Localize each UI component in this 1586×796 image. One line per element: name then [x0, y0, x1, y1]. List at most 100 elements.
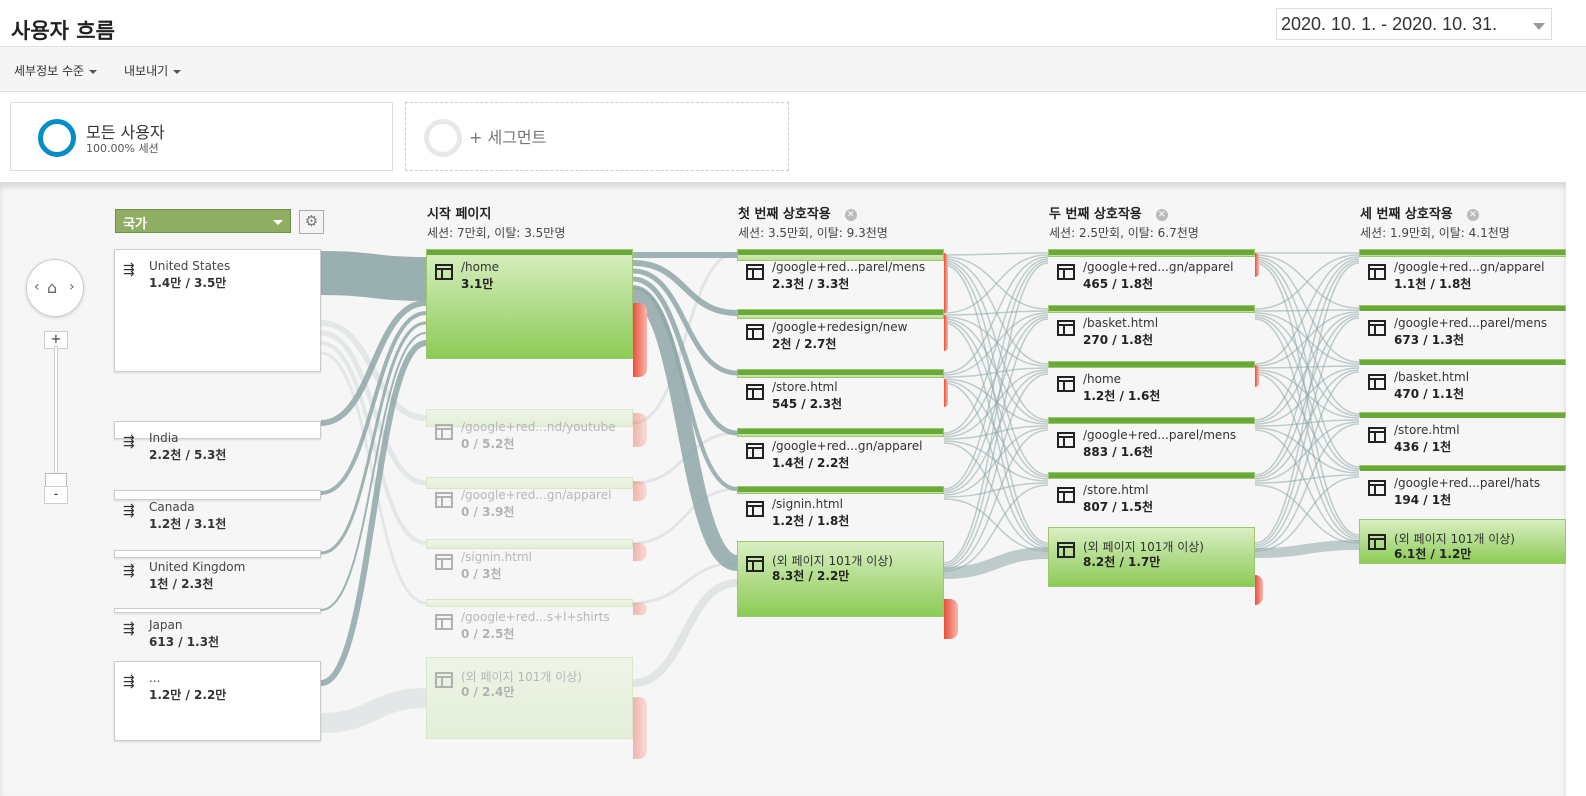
flow-link[interactable] [1254, 262, 1360, 544]
page-node[interactable]: /google+red...parel/hats 194 / 1천 [1359, 465, 1566, 507]
country-node[interactable]: ⇶ Canada 1.2천 / 3.1천 [114, 490, 321, 531]
page-node[interactable]: (외 페이지 101개 이상) 0 / 2.4만 [426, 657, 633, 739]
dimension-selector[interactable]: 국가 [115, 209, 291, 233]
column-stats: 세션: 7만회, 이탈: 3.5만명 [427, 226, 566, 240]
dropoff-indicator[interactable] [1255, 575, 1263, 605]
page-name: /basket.html [1083, 316, 1159, 330]
country-name: India [149, 431, 179, 445]
flow-link[interactable] [943, 262, 1049, 564]
node-topbar [1360, 306, 1565, 311]
page-value: 8.3천 / 2.2만 [772, 569, 850, 583]
page-node[interactable]: (외 페이지 101개 이상) 8.3천 / 2.2만 [737, 541, 944, 617]
country-node[interactable]: ⇶ ... 1.2만 / 2.2만 [114, 661, 321, 741]
home-icon[interactable]: ⌂ [47, 278, 57, 297]
page-node[interactable]: /home 1.2천 / 1.6천 [1048, 361, 1255, 403]
page-node[interactable]: /signin.html 1.2천 / 1.8천 [737, 486, 944, 528]
dropoff-indicator[interactable] [633, 481, 647, 501]
dropoff-indicator[interactable] [633, 543, 647, 561]
toolbar: 세부정보 수준 내보내기 [0, 46, 1586, 92]
close-icon[interactable]: ✕ [844, 208, 857, 221]
flow-link[interactable] [320, 340, 427, 686]
dropoff-indicator[interactable] [944, 315, 948, 351]
flow-link[interactable] [1254, 540, 1360, 558]
page-icon [435, 672, 453, 688]
page-node[interactable]: /google+red...parel/mens 883 / 1.6천 [1048, 417, 1255, 459]
dropoff-indicator[interactable] [944, 253, 948, 313]
flow-link[interactable] [320, 251, 427, 301]
page-node[interactable]: /google+red...gn/apparel 1.1천 / 1.8천 [1359, 249, 1566, 291]
date-range-picker[interactable]: 2020. 10. 1. - 2020. 10. 31. [1276, 8, 1552, 40]
page-node[interactable]: /basket.html 470 / 1.1천 [1359, 359, 1566, 401]
country-node[interactable]: ⇶ United States 1.4만 / 3.5만 [114, 249, 321, 372]
column-header-second: 두 번째 상호작용 ✕ 세션: 2.5만회, 이탈: 6.7천명 [1049, 203, 1199, 241]
dropoff-indicator[interactable] [1255, 253, 1259, 277]
page-node[interactable]: /signin.html 0 / 3천 [426, 539, 633, 581]
page-node[interactable]: (외 페이지 101개 이상) 6.1천 / 1.2만 [1359, 519, 1566, 564]
export-button[interactable]: 내보내기 [124, 62, 182, 79]
node-topbar [738, 250, 943, 255]
flow-link[interactable] [632, 487, 738, 545]
page-node[interactable]: /store.html 807 / 1.5천 [1048, 472, 1255, 514]
close-icon[interactable]: ✕ [1155, 208, 1168, 221]
page-node[interactable]: /google+red...parel/mens 673 / 1.3천 [1359, 305, 1566, 347]
dropoff-indicator[interactable] [944, 379, 948, 407]
flow-link[interactable] [943, 316, 1049, 367]
zoom-handle[interactable] [45, 473, 67, 487]
page-node[interactable]: /google+red...gn/apparel 465 / 1.8천 [1048, 249, 1255, 291]
flow-link[interactable] [632, 579, 738, 687]
page-icon [1368, 320, 1386, 336]
dropoff-indicator[interactable] [633, 697, 647, 759]
page-node[interactable]: /google+red...gn/apparel 0 / 3.9천 [426, 477, 633, 519]
page-value: 1.2천 / 1.6천 [1083, 389, 1161, 403]
node-topbar [1049, 418, 1254, 423]
page-node[interactable]: /store.html 436 / 1천 [1359, 412, 1566, 454]
dropdown-arrow-icon [89, 69, 98, 74]
country-node[interactable]: ⇶ India 2.2천 / 5.3천 [114, 421, 321, 462]
page-node[interactable]: /store.html 545 / 2.3천 [737, 369, 944, 411]
flow-link[interactable] [1254, 254, 1360, 310]
flow-link[interactable] [943, 498, 1049, 552]
column-title: 두 번째 상호작용 [1049, 207, 1142, 222]
page-name: /store.html [1394, 423, 1460, 437]
dropoff-indicator[interactable] [1255, 365, 1259, 387]
page-node[interactable]: /google+redesign/new 2천 / 2.7천 [737, 309, 944, 351]
page-node[interactable]: /google+red...nd/youtube 0 / 5.2천 [426, 409, 633, 451]
add-segment-button[interactable]: + 세그먼트 [405, 102, 789, 171]
page-node[interactable]: /google+red...s+l+shirts 0 / 2.5천 [426, 599, 633, 641]
page-icon [1057, 376, 1075, 392]
country-node[interactable]: ⇶ Japan 613 / 1.3천 [114, 608, 321, 649]
detail-level-button[interactable]: 세부정보 수준 [14, 62, 98, 79]
country-node[interactable]: ⇶ United Kingdom 1천 / 2.3천 [114, 550, 321, 591]
dropoff-indicator[interactable] [633, 413, 647, 447]
dropoff-indicator[interactable] [944, 599, 958, 639]
dropdown-arrow-icon [173, 69, 182, 74]
pan-left-icon[interactable]: ‹ [34, 279, 40, 295]
node-topbar [1049, 250, 1254, 255]
node-topbar [738, 429, 943, 434]
dropoff-indicator[interactable] [633, 603, 647, 615]
page-node[interactable]: /basket.html 270 / 1.8천 [1048, 305, 1255, 347]
flow-link[interactable] [943, 252, 1049, 256]
zoom-track[interactable] [54, 346, 58, 488]
page-name: /google+red...parel/mens [1083, 428, 1237, 442]
column-header-third: 세 번째 상호작용 ✕ 세션: 1.9만회, 이탈: 4.1천명 [1360, 203, 1510, 241]
flow-link[interactable] [943, 260, 1049, 490]
flow-link[interactable] [943, 254, 1049, 314]
zoom-out-button[interactable]: - [44, 486, 68, 504]
page-node[interactable]: /home 3.1만 [426, 249, 633, 359]
pan-right-icon[interactable]: › [69, 279, 75, 295]
dropoff-indicator[interactable] [633, 303, 647, 377]
node-topbar [1360, 413, 1565, 418]
flow-canvas[interactable]: 국가 ⚙ 시작 페이지 세션: 7만회, 이탈: 3.5만명 첫 번째 상호작용… [0, 182, 1566, 796]
page-node[interactable]: /google+red...gn/apparel 1.4천 / 2.2천 [737, 428, 944, 470]
pan-control[interactable]: ‹ ⌂ › [26, 259, 84, 317]
segment-all-users[interactable]: 모든 사용자 100.00% 세션 [10, 102, 393, 171]
header: 사용자 흐름 2020. 10. 1. - 2020. 10. 31. [0, 0, 1586, 46]
flow-link[interactable] [1254, 317, 1360, 546]
page-node[interactable]: /google+red...parel/mens 2.3천 / 3.3천 [737, 249, 944, 291]
gear-icon[interactable]: ⚙ [299, 210, 324, 234]
page-node[interactable]: (외 페이지 101개 이상) 8.2천 / 1.7만 [1048, 527, 1255, 587]
flow-link[interactable] [320, 688, 427, 733]
country-name: Canada [149, 500, 195, 514]
close-icon[interactable]: ✕ [1466, 208, 1479, 221]
